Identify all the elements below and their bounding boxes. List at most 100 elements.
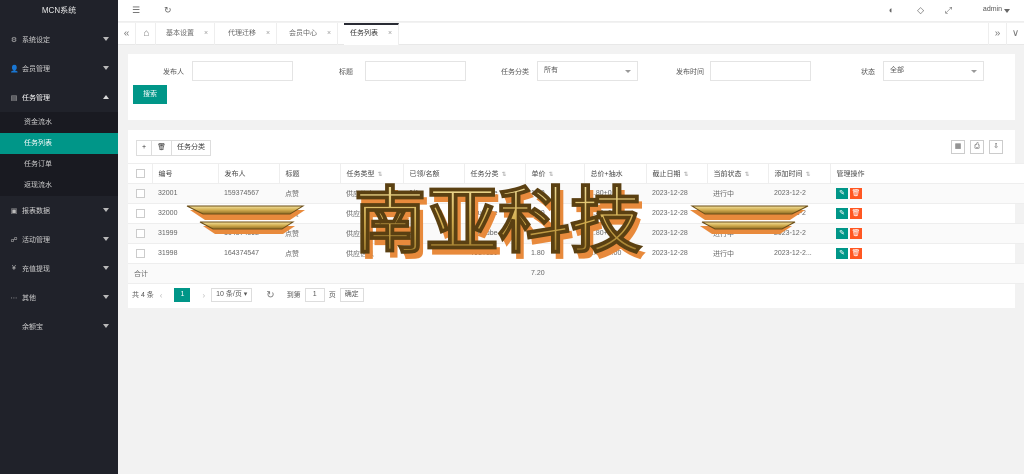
row-checkbox[interactable] — [136, 189, 145, 198]
publisher-input[interactable] — [192, 61, 293, 81]
trash-icon[interactable]: 🗑 — [850, 188, 862, 199]
col-header-unit-price[interactable]: 单价 ⇅ — [525, 163, 585, 184]
close-icon[interactable]: × — [327, 30, 331, 37]
tab-task-list[interactable]: 任务列表 × — [344, 23, 400, 45]
goto-page-input[interactable]: 1 — [304, 288, 325, 302]
header-label: 已领/名额 — [409, 170, 440, 178]
cell-status: 进行中 — [707, 243, 768, 264]
table-row[interactable]: 32000 159374541 点赞 供应信息 0/1 YouTube 1.80… — [128, 203, 1024, 224]
home-icon[interactable]: ⌂ — [138, 23, 156, 45]
sidebar-group-activities[interactable]: ☍ 活动管理 — [0, 225, 118, 254]
sidebar-group-tasks[interactable]: ▤ 任务管理 — [0, 83, 118, 112]
col-header-deadline[interactable]: 截止日期 ⇅ — [646, 163, 708, 184]
sort-icon[interactable]: ⇅ — [806, 171, 811, 178]
sort-icon[interactable]: ⇅ — [378, 171, 383, 178]
chevron-down-icon — [103, 37, 109, 41]
columns-filter-icon[interactable]: ▦ — [951, 140, 965, 154]
sidebar-item-task-orders[interactable]: 任务订单 — [0, 154, 118, 175]
sidebar-item-fund-flow[interactable]: 资金流水 — [0, 112, 118, 133]
cell-claimed: 0/1 — [403, 243, 464, 264]
table-row[interactable]: 32001 159374567 点赞 供应信息 0/1 YouTube 1.80… — [128, 183, 1024, 204]
col-header-id[interactable]: 编号 — [152, 163, 219, 184]
fullscreen-icon[interactable]: ⤢ — [945, 5, 952, 16]
tab-member-center[interactable]: 会员中心 × — [283, 23, 339, 45]
menu-toggle-icon[interactable]: ☰ — [132, 5, 140, 16]
close-icon[interactable]: × — [388, 30, 392, 37]
tab-agent-migration[interactable]: 代理迁移 × — [222, 23, 278, 45]
sidebar-item-task-list[interactable]: 任务列表 — [0, 133, 118, 154]
tab-basic-settings[interactable]: 基本设置 × — [160, 23, 216, 45]
row-checkbox[interactable] — [136, 209, 145, 218]
refresh-icon[interactable]: ↻ — [164, 5, 172, 16]
row-select-cell[interactable] — [128, 223, 152, 244]
sidebar-group-yuebao[interactable]: 余额宝 — [0, 312, 118, 341]
tabs-dropdown-icon[interactable]: ∨ — [1006, 23, 1024, 45]
row-select-cell[interactable] — [128, 243, 152, 264]
table-row[interactable]: 31999 164374592 点赞 供应信息 0/1 YouTube 1.80… — [128, 223, 1024, 244]
edit-icon[interactable]: ✎ — [836, 248, 848, 259]
category-button[interactable]: 任务分类 — [170, 140, 211, 156]
edit-icon[interactable]: ✎ — [836, 208, 848, 219]
status-select[interactable]: 全部 — [883, 61, 984, 81]
col-header-total-price[interactable]: 总价+抽水 — [584, 163, 647, 184]
table-row[interactable]: 31998 164374547 点赞 供应信息 0/1 YouTube 1.80… — [128, 243, 1024, 264]
task-category-select[interactable]: 所有 — [537, 61, 638, 81]
tag-icon[interactable]: ◇ — [917, 5, 924, 16]
tabs-scroll-right-icon[interactable]: » — [988, 23, 1006, 45]
close-icon[interactable]: × — [266, 30, 270, 37]
task-table-panel: + 🗑 任务分类 ▦ ⎙ ⇩ 编号 发布人 标题 任务类型 ⇅ 已领/名额 任务分… — [128, 130, 1024, 308]
col-header-task-type[interactable]: 任务类型 ⇅ — [340, 163, 404, 184]
next-page-icon[interactable]: › — [202, 291, 205, 300]
row-select-cell[interactable] — [128, 203, 152, 224]
close-icon[interactable]: × — [204, 30, 208, 37]
trash-icon[interactable]: 🗑 — [850, 208, 862, 219]
export-icon[interactable]: ⇩ — [989, 140, 1003, 154]
col-header-claimed[interactable]: 已领/名额 — [403, 163, 465, 184]
select-all-cell[interactable] — [128, 163, 153, 184]
prev-page-icon[interactable]: ‹ — [160, 291, 163, 300]
delete-button[interactable]: 🗑 — [151, 140, 172, 156]
sort-icon[interactable]: ⇅ — [745, 171, 750, 178]
print-icon[interactable]: ⎙ — [970, 140, 984, 154]
edit-icon[interactable]: ✎ — [836, 228, 848, 239]
sort-icon[interactable]: ⇅ — [549, 171, 554, 178]
row-checkbox[interactable] — [136, 229, 145, 238]
sidebar-group-reports[interactable]: ▣ 报表数据 — [0, 196, 118, 225]
sidebar-item-cashback-flow[interactable]: 返现流水 — [0, 175, 118, 196]
col-header-added-time[interactable]: 添加时间 ⇅ — [768, 163, 831, 184]
trash-icon[interactable]: 🗑 — [850, 228, 862, 239]
sort-icon[interactable]: ⇅ — [502, 171, 507, 178]
col-header-publisher[interactable]: 发布人 — [218, 163, 280, 184]
header-label: 单价 — [531, 170, 546, 178]
page-1-button[interactable]: 1 — [174, 288, 191, 302]
col-header-status[interactable]: 当前状态 ⇅ — [707, 163, 769, 184]
edit-icon[interactable]: ✎ — [836, 188, 848, 199]
theme-icon[interactable]: ◐ — [889, 5, 894, 15]
row-select-cell[interactable] — [128, 183, 152, 204]
gear-icon: ⚙ — [10, 36, 18, 44]
row-checkbox[interactable] — [136, 249, 145, 258]
add-button[interactable]: + — [136, 140, 153, 156]
select-all-checkbox[interactable] — [136, 169, 145, 178]
sort-icon[interactable]: ⇅ — [684, 171, 689, 178]
sidebar-group-members[interactable]: 👤 会员管理 — [0, 54, 118, 83]
user-menu[interactable]: admin — [983, 6, 1002, 13]
tab-label: 基本设置 — [166, 30, 194, 37]
title-input[interactable] — [365, 61, 466, 81]
goto-confirm-button[interactable]: 确定 — [339, 288, 364, 302]
header-label: 添加时间 — [774, 170, 803, 178]
sidebar-group-recharge[interactable]: ¥ 充值提现 — [0, 254, 118, 283]
refresh-icon[interactable]: ↻ — [266, 290, 274, 301]
cell-total-price: 1.80+0.00 — [584, 223, 646, 244]
sidebar-group-system[interactable]: ⚙ 系统设定 — [0, 25, 118, 54]
col-header-title[interactable]: 标题 — [279, 163, 341, 184]
cell-actions: ✎ 🗑 — [830, 203, 1024, 224]
trash-icon[interactable]: 🗑 — [850, 248, 862, 259]
page-size-select[interactable]: 10 条/页 ▾ — [211, 288, 253, 302]
search-button[interactable]: 搜索 — [133, 85, 167, 104]
tabs-scroll-left-icon[interactable]: « — [118, 23, 136, 45]
publish-time-input[interactable] — [710, 61, 811, 81]
sidebar-group-other[interactable]: ⋯ 其他 — [0, 283, 118, 312]
col-header-category[interactable]: 任务分类 ⇅ — [464, 163, 526, 184]
cell-claimed: 0/1 — [403, 183, 464, 204]
